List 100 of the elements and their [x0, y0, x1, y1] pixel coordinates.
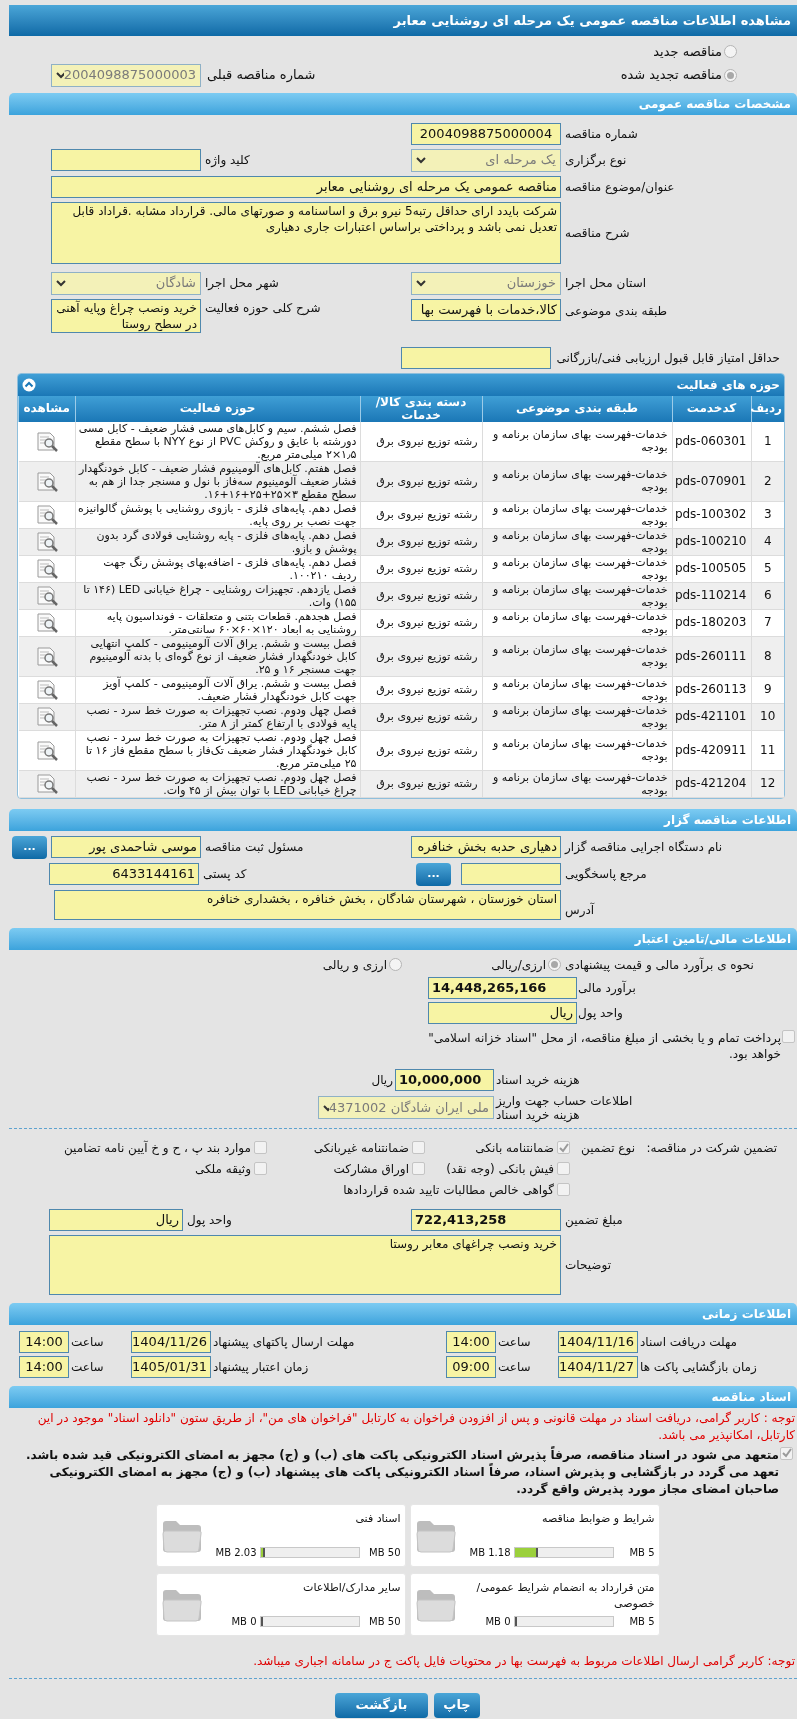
field-label: نوع برگزاری [565, 152, 628, 169]
field-label: مبلغ تضمین [565, 1211, 624, 1229]
action-button[interactable]: بازگشت [335, 1692, 428, 1718]
section-header: اطلاعات مالی/تامین اعتبار [9, 927, 797, 950]
text-field[interactable]: 14:00 [19, 1330, 69, 1353]
view-document-icon[interactable] [35, 531, 58, 552]
table-cell: خدمات-فهرست بهای سازمان برنامه و بودجه [482, 730, 672, 770]
view-document-icon[interactable] [35, 612, 58, 633]
view-document-icon[interactable] [35, 430, 58, 452]
field-label: ساعت [71, 1358, 105, 1376]
chevron-icon [416, 156, 426, 164]
text-field[interactable]: 1404/11/16 [558, 1330, 638, 1353]
table-cell: pds-420911 [672, 730, 751, 770]
size-limit: 50 MB [368, 1614, 401, 1629]
view-document-icon[interactable] [35, 558, 58, 579]
text-field[interactable]: موسی شاحمدی پور [51, 836, 201, 858]
table-cell: pds-260111 [672, 636, 751, 676]
checkbox[interactable] [782, 1029, 795, 1043]
table-cell: خدمات-فهرست بهای سازمان برنامه و بودجه [482, 555, 672, 582]
text-area[interactable]: شرکت بایدد ارای حداقل رتبه5 نیرو برق و اساسنامه و صورتهای مالی. قرارداد مشابه .قراداد قابل تعدیل نمی باشد و پرداختی براساس اعتبارات جاری دهیاری [51, 201, 561, 264]
text-area[interactable]: خرید ونصب چراغ وپایه آهنی در سطح روستا [51, 298, 201, 333]
file-name: متن قرارداد به انضمام شرایط عمومی/خصوصی [475, 1579, 655, 1612]
field-label: مسئول ثبت مناقصه [205, 839, 305, 856]
text-field[interactable]: 722,413,258 [411, 1208, 561, 1231]
file-name: اسناد فنی [354, 1510, 401, 1527]
dropdown[interactable]: شادگان [51, 271, 201, 295]
text-field[interactable]: ریال [428, 1001, 577, 1024]
checkbox[interactable] [412, 1162, 425, 1175]
checkbox[interactable] [254, 1162, 267, 1175]
dropdown[interactable]: یک مرحله ای [411, 148, 561, 172]
checkbox[interactable] [557, 1141, 570, 1154]
text-field[interactable]: 2004098875000004 [411, 122, 561, 145]
size-limit: 5 MB [628, 1545, 655, 1560]
field-label: زمان بازگشایی پاکت ها [640, 1358, 758, 1376]
view-document-icon[interactable] [35, 739, 58, 761]
column-header: طبقه بندی موضوعی [482, 395, 672, 422]
text-field[interactable]: 1405/01/31 [131, 1355, 211, 1378]
view-document-icon[interactable] [35, 706, 58, 727]
checkbox[interactable] [780, 1446, 793, 1460]
field-label: نوع تضمین [580, 1139, 635, 1157]
text-field[interactable]: 14,448,265,166 [428, 976, 577, 999]
checkbox-label: پرداخت تمام و یا بخشی از مبلغ مناقصه، از محل "اسناد خزانه اسلامی" خواهد بود. [427, 1029, 781, 1062]
table-cell: pds-421204 [672, 770, 751, 797]
field-label: استان محل اجرا [565, 275, 648, 292]
text-field[interactable]: کالا،خدمات با فهرست بها [411, 298, 561, 321]
text-field[interactable]: مناقصه عمومی یک مرحله ای روشنایی معابر [51, 175, 561, 198]
checkbox[interactable] [557, 1183, 570, 1196]
text-field[interactable]: 6433144161 [49, 863, 199, 885]
text-field[interactable]: 10,000,000 [395, 1068, 494, 1091]
chevron-icon [56, 71, 64, 79]
field-label: مرجع پاسخگویی [565, 866, 648, 883]
radio-label: مناقصه جدید [653, 43, 722, 61]
chevron-icon [416, 279, 426, 287]
view-document-icon[interactable] [35, 645, 58, 667]
field-label: کلید واژه [205, 152, 251, 169]
column-header: دسته بندی کالا/خدمات [360, 395, 482, 422]
radio-button[interactable] [724, 45, 737, 59]
view-document-icon[interactable] [35, 773, 58, 794]
table-cell: 5 [751, 555, 784, 582]
checkbox[interactable] [412, 1141, 425, 1154]
table-cell: رشته توزیع نیروی برق [360, 555, 482, 582]
table-cell: pds-260113 [672, 676, 751, 703]
dropdown[interactable]: 2004098875000003 [51, 63, 201, 87]
section-header: اسناد مناقصه [9, 1385, 797, 1408]
radio-button[interactable] [389, 958, 402, 971]
text-field[interactable]: 14:00 [19, 1355, 69, 1378]
text-field[interactable]: ریال [49, 1208, 183, 1231]
view-document-icon[interactable] [35, 679, 58, 700]
radio-button[interactable] [724, 68, 737, 82]
action-button[interactable]: چاپ [434, 1692, 480, 1718]
section-header: مشخصات مناقصه عمومی [9, 92, 797, 115]
text-field[interactable]: 09:00 [446, 1355, 496, 1378]
dropdown[interactable]: خوزستان [411, 271, 561, 295]
checkbox-label: فیش بانکی (وجه نقد) [446, 1160, 554, 1178]
view-document-icon[interactable] [35, 585, 58, 606]
checkbox[interactable] [254, 1141, 267, 1154]
field-label: نحوه ی برآورد مالی و قیمت پیشنهادی [565, 956, 755, 974]
table-cell: pds-110214 [672, 582, 751, 609]
text-field[interactable] [461, 863, 561, 885]
checkbox[interactable] [557, 1162, 570, 1175]
text-field[interactable] [400, 346, 551, 369]
view-document-icon[interactable] [35, 470, 58, 492]
size-used: 0 MB [485, 1614, 511, 1629]
text-field[interactable]: 1404/11/27 [558, 1355, 638, 1378]
radio-button[interactable] [548, 958, 561, 971]
more-button[interactable]: ... [12, 835, 47, 859]
table-cell: رشته توزیع نیروی برق [360, 770, 482, 797]
text-area[interactable]: خرید ونصب چراغهای معابر روستا [49, 1234, 561, 1295]
text-area[interactable]: استان خوزستان ، شهرستان شادگان ، بخش خنافره ، بخشداری خنافره [54, 889, 561, 920]
text-field[interactable] [51, 149, 201, 171]
field-label: ساعت [498, 1358, 532, 1376]
dropdown[interactable]: ملی ایران شادگان 4371002 [318, 1096, 494, 1119]
field-label: کد پستی [203, 866, 248, 883]
text-field[interactable]: دهیاری حدبه بخش خنافره [411, 836, 561, 858]
radio-label: ارزی/ریالی [491, 956, 546, 974]
text-field[interactable]: 1404/11/26 [131, 1330, 211, 1353]
more-button[interactable]: ... [416, 862, 451, 886]
view-document-icon[interactable] [35, 504, 58, 525]
table-cell: خدمات-فهرست بهای سازمان برنامه و بودجه [482, 461, 672, 501]
text-field[interactable]: 14:00 [446, 1330, 496, 1353]
